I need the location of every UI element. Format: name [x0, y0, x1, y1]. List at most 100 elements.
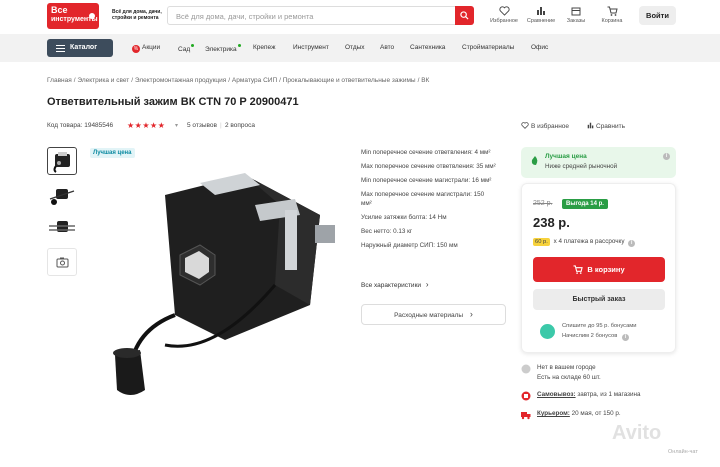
store-stock: Есть на складе 60 шт. — [537, 374, 601, 381]
favorites-link[interactable]: Избранное — [486, 6, 522, 24]
search-input[interactable]: Всё для дома, дачи, стройки и ремонта — [167, 6, 456, 25]
nav-item-garden[interactable]: Сад — [178, 44, 195, 53]
pickup-detail: завтра, из 1 магазина — [575, 391, 641, 398]
rating-stars[interactable]: ★★★★★ — [127, 121, 165, 130]
breadcrumb-item[interactable]: ВК — [421, 77, 429, 84]
avito-watermark: Avito — [612, 422, 662, 444]
quick-order-button[interactable]: Быстрый заказ — [533, 289, 665, 310]
nav-item-plumbing[interactable]: Сантехника — [410, 44, 445, 51]
product-code: Код товара: 19485546 — [47, 122, 114, 129]
old-price: 252 р. — [533, 200, 553, 207]
breadcrumb-item[interactable]: Главная — [47, 77, 72, 84]
nav-label: Инструмент — [293, 44, 329, 51]
courier-text: Курьером: 20 мая, от 150 р. — [537, 410, 621, 417]
orders-label: Заказы — [566, 18, 586, 24]
breadcrumb-item[interactable]: Электрика и свет — [77, 77, 129, 84]
nav-item-fasteners[interactable]: Крепеж — [253, 44, 275, 51]
pickup-icon — [521, 391, 531, 401]
nav-item-building[interactable]: Стройматериалы — [462, 44, 514, 51]
reviews-link[interactable]: 5 отзывов — [187, 122, 217, 129]
best-price-box: Лучшая цена Ниже средней рыночной i — [521, 147, 676, 178]
discount-badge: Выгода 14 р. — [562, 199, 608, 209]
online-chat-link[interactable]: Онлайн-чат — [668, 449, 698, 455]
product-thumbnail-image — [49, 189, 75, 205]
chevron-right-icon: › — [469, 309, 473, 319]
nav-item-leisure[interactable]: Отдых — [345, 44, 365, 51]
best-price-subtitle: Ниже средней рыночной — [545, 163, 618, 170]
percent-icon: % — [132, 45, 140, 53]
breadcrumb-item[interactable]: Арматура СИП — [232, 77, 277, 84]
consumables-label: Расходные материалы — [394, 312, 464, 319]
spec-item: Max поперечное сечение ответвления: 35 м… — [361, 163, 496, 170]
bonus-spend-text: Спишите до 95 р. бонусами — [562, 323, 637, 329]
truck-icon — [521, 412, 531, 420]
compare-label: Сравнение — [526, 18, 556, 24]
info-icon[interactable]: i — [663, 153, 670, 160]
spec-item: Min поперечное сечение магистрали: 16 мм… — [361, 177, 492, 184]
leaf-icon — [531, 156, 538, 165]
logo[interactable]: Все инструменты — [47, 3, 99, 29]
search-button[interactable] — [455, 6, 474, 25]
orders-link[interactable]: Заказы — [558, 6, 594, 24]
favorites-label: Избранное — [490, 18, 518, 24]
camera-icon — [56, 257, 69, 268]
courier-label: Курьером: — [537, 410, 570, 417]
logo-dot-icon — [89, 13, 95, 19]
price-card: 252 р. Выгода 14 р. 238 р. 60 р. х 4 пла… — [521, 183, 676, 353]
chevron-down-icon[interactable]: ▾ — [175, 122, 178, 129]
breadcrumb: Главная / Электрика и свет / Электромонтаж… — [47, 77, 430, 84]
nav-item-sales[interactable]: % Акции — [132, 44, 160, 53]
add-favorite-button[interactable]: В избранное — [521, 122, 569, 130]
main-nav: Каталог % Акции Сад Электрика Крепеж Инст… — [0, 34, 720, 62]
courier-detail: 20 мая, от 150 р. — [569, 410, 621, 417]
separator: | — [220, 122, 222, 129]
cart-link[interactable]: Корзина — [594, 6, 630, 24]
breadcrumb-item[interactable]: Электромонтажная продукция — [135, 77, 226, 84]
nav-label: Офис — [531, 44, 549, 51]
nav-item-office[interactable]: Офис — [531, 44, 548, 51]
cart-icon — [573, 265, 584, 274]
thumbnail-video[interactable] — [47, 248, 77, 276]
spec-item: Вес нетто: 0.13 кг — [361, 228, 413, 235]
nav-label: Акции — [142, 44, 161, 51]
product-thumbnail-image — [53, 152, 70, 173]
thumbnail-3[interactable] — [47, 213, 77, 241]
nav-item-electric[interactable]: Электрика — [205, 44, 241, 53]
questions-link[interactable]: 2 вопроса — [225, 122, 255, 129]
chevron-right-icon: › — [425, 280, 429, 289]
info-icon[interactable]: i — [621, 334, 629, 341]
product-main-image[interactable] — [95, 155, 350, 405]
login-button[interactable]: Войти — [639, 6, 676, 25]
info-icon[interactable]: i — [628, 240, 636, 247]
nav-item-auto[interactable]: Авто — [380, 44, 394, 51]
add-to-cart-button[interactable]: В корзину — [533, 257, 665, 282]
cart-button-label: В корзину — [587, 265, 625, 274]
nav-label: Крепеж — [253, 44, 276, 51]
add-compare-button[interactable]: Сравнить — [587, 122, 625, 130]
pickup-label: Самовывоз: — [537, 391, 576, 398]
heart-icon — [521, 122, 529, 129]
best-price-title: Лучшая цена — [545, 153, 587, 160]
thumbnail-2[interactable] — [47, 180, 77, 208]
tagline: Всё для дома, дачи, стройки и ремонта — [112, 9, 162, 21]
cart-icon — [607, 6, 618, 16]
compare-link[interactable]: Сравнение — [523, 6, 559, 24]
all-specs-link[interactable]: Все характеристики › — [361, 280, 429, 289]
search-icon — [460, 11, 469, 20]
consumables-button[interactable]: Расходные материалы › — [361, 304, 506, 325]
box-icon — [571, 7, 581, 16]
installment-info[interactable]: 60 р. х 4 платежа в рассрочку i — [533, 238, 636, 247]
catalog-button[interactable]: Каталог — [47, 39, 113, 57]
bonus-earn-label: Начислим 2 бонусов — [562, 333, 618, 339]
thumbnail-1[interactable] — [47, 147, 77, 175]
all-specs-label: Все характеристики — [361, 282, 422, 289]
product-meta: Код товара: 19485546 ★★★★★ ▾ 5 отзывов |… — [47, 121, 687, 132]
installment-amount: 60 р. — [533, 238, 550, 246]
nav-label: Сад — [178, 46, 191, 53]
nav-item-tools[interactable]: Инструмент — [293, 44, 329, 51]
breadcrumb-item[interactable]: Прокалывающие и ответвительные зажимы — [283, 77, 416, 84]
pickup-text: Самовывоз: завтра, из 1 магазина — [537, 391, 641, 398]
favorite-label: В избранное — [531, 123, 570, 130]
nav-label: Стройматериалы — [462, 44, 515, 51]
current-price: 238 р. — [533, 215, 570, 230]
